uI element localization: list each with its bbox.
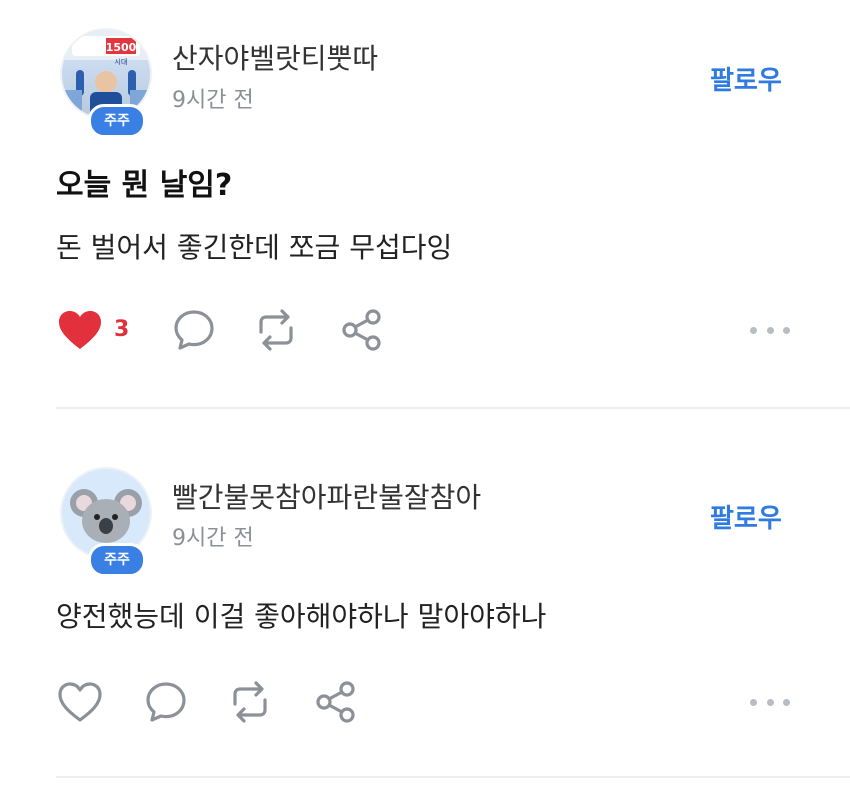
share-icon (342, 309, 381, 351)
more-dot (766, 326, 774, 334)
shareholder-badge: 주주 (88, 543, 146, 577)
repost-icon (233, 681, 267, 723)
more-icon[interactable] (750, 692, 790, 712)
follow-button[interactable]: 팔로우 (710, 60, 782, 97)
username[interactable]: 산자야벨랏티뿟따 (172, 37, 378, 77)
avatar-sign-sub: 시대 (115, 58, 128, 66)
repost-icon (259, 309, 293, 351)
avatar-1[interactable]: 1500 시대 주주 (60, 28, 152, 138)
post-body: 돈 벌어서 좋긴한데 쪼금 무섭다잉 (56, 231, 453, 264)
post-divider (56, 776, 850, 778)
like-button[interactable] (56, 306, 104, 354)
more-dot (783, 326, 790, 334)
more-dot (750, 326, 757, 334)
more-dot (766, 698, 774, 706)
follow-button[interactable]: 팔로우 (710, 498, 782, 535)
like-button[interactable] (56, 678, 104, 726)
like-count: 3 (114, 317, 130, 342)
heart-icon (59, 311, 101, 349)
share-icon (316, 681, 355, 723)
post-body: 양전했능데 이걸 좋아해야하나 말아야하나 (56, 600, 547, 633)
username[interactable]: 빨간불못참아파란불잘참아 (172, 476, 481, 516)
timestamp: 9시간 전 (172, 526, 254, 551)
more-dot (783, 698, 790, 706)
action-bar (56, 678, 796, 726)
more-dot (750, 698, 757, 706)
timestamp: 9시간 전 (172, 88, 254, 113)
comment-button[interactable] (142, 678, 190, 726)
shareholder-badge: 주주 (88, 104, 146, 138)
post-divider (56, 407, 850, 409)
post-title: 오늘 뭔 날임? (56, 168, 233, 203)
action-bar: 3 (56, 306, 796, 354)
more-icon[interactable] (750, 320, 790, 340)
share-button[interactable] (338, 306, 386, 354)
repost-button[interactable] (252, 306, 300, 354)
comment-icon (146, 682, 186, 722)
comment-icon (174, 310, 214, 350)
comment-button[interactable] (170, 306, 218, 354)
heart-icon (58, 682, 102, 722)
repost-button[interactable] (226, 678, 274, 726)
avatar-2[interactable]: 주주 (60, 467, 152, 577)
avatar-sign-number: 1500 (106, 41, 137, 54)
share-button[interactable] (312, 678, 360, 726)
